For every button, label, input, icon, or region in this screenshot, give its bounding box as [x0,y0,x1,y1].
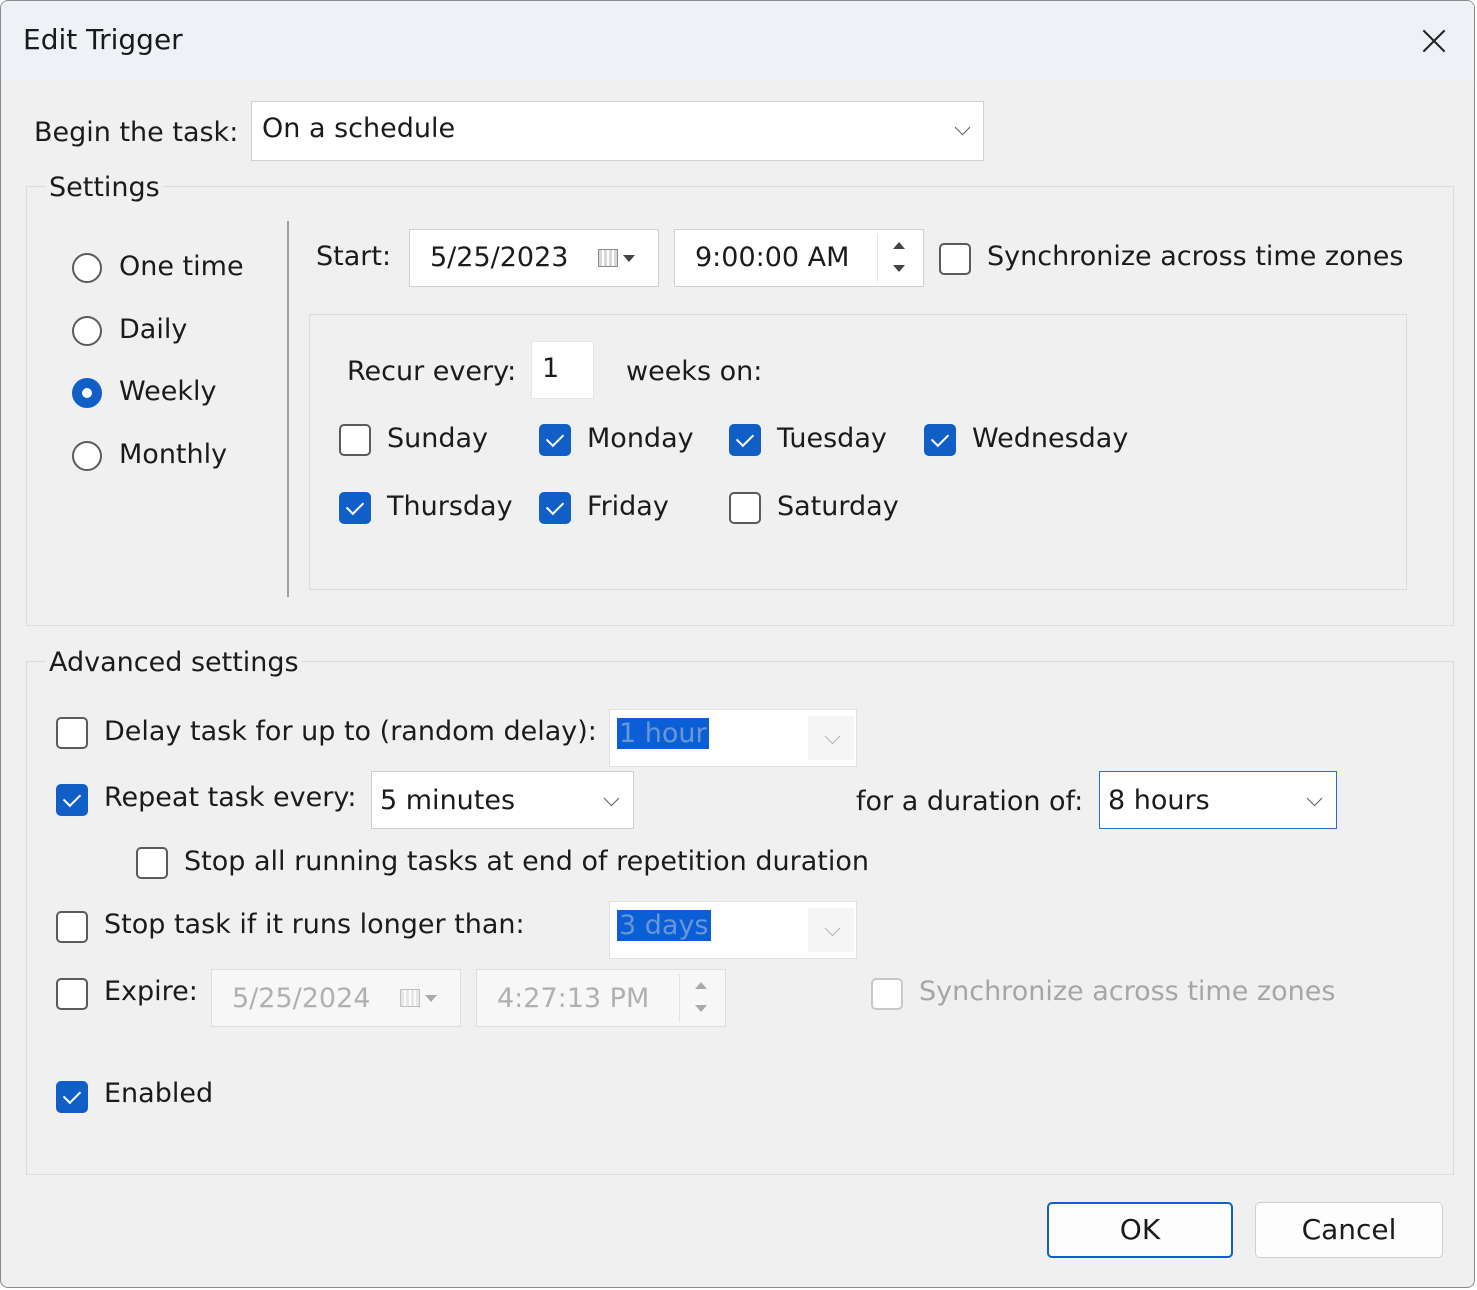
spin-buttons [679,974,724,1022]
repeat-interval-dropdown[interactable]: 5 minutes [371,771,634,829]
day-friday-checkbox[interactable] [539,492,571,524]
start-time-spinner[interactable]: 9:00:00 AM [674,229,924,287]
settings-group-title: Settings [46,172,163,203]
close-icon[interactable] [1411,19,1457,63]
settings-divider [287,221,289,597]
expire-label[interactable]: Expire: [104,976,198,1007]
delay-dropdown[interactable]: 1 hour [609,709,857,767]
begin-task-dropdown[interactable]: On a schedule [251,101,984,161]
chevron-down-icon [1306,790,1323,807]
chevron-down-icon [603,790,620,807]
day-sunday-checkbox[interactable] [339,424,371,456]
delay-value: 1 hour [617,718,709,749]
expire-date-value: 5/25/2024 [232,983,371,1014]
spin-up-icon[interactable] [695,982,707,989]
radio-daily[interactable] [72,316,102,346]
duration-label: for a duration of: [856,786,1084,817]
ok-button[interactable]: OK [1047,1202,1233,1258]
start-time-value: 9:00:00 AM [695,242,850,273]
stop-longer-label[interactable]: Stop task if it runs longer than: [104,909,525,940]
duration-value: 8 hours [1108,785,1210,816]
expire-date-picker[interactable]: 5/25/2024 [211,969,461,1027]
dialog-title: Edit Trigger [23,23,183,56]
sync-timezones-checkbox[interactable] [939,243,971,275]
day-sunday-label[interactable]: Sunday [387,423,488,454]
day-friday-label[interactable]: Friday [587,491,669,522]
sync-timezones-label[interactable]: Synchronize across time zones [987,241,1403,272]
expire-sync-label[interactable]: Synchronize across time zones [919,976,1335,1007]
day-thursday-checkbox[interactable] [339,492,371,524]
calendar-icon [598,249,618,267]
enabled-checkbox[interactable] [56,1081,88,1113]
stop-longer-dropdown[interactable]: 3 days [609,901,857,959]
start-date-value: 5/25/2023 [430,242,569,273]
delay-task-label[interactable]: Delay task for up to (random delay): [104,716,597,747]
advanced-settings-title: Advanced settings [46,647,302,678]
day-tuesday-label[interactable]: Tuesday [777,423,887,454]
day-monday-label[interactable]: Monday [587,423,694,454]
title-bar: Edit Trigger [1,1,1474,81]
expire-time-value: 4:27:13 PM [497,983,650,1014]
cancel-button[interactable]: Cancel [1255,1202,1443,1258]
expire-time-spinner[interactable]: 4:27:13 PM [476,969,726,1027]
radio-monthly-label[interactable]: Monthly [119,439,227,470]
dropdown-arrow-icon [425,995,437,1002]
radio-one-time-label[interactable]: One time [119,251,244,282]
day-wednesday-checkbox[interactable] [924,424,956,456]
expire-checkbox[interactable] [56,978,88,1010]
day-wednesday-label[interactable]: Wednesday [972,423,1128,454]
stop-running-label[interactable]: Stop all running tasks at end of repetit… [184,846,869,877]
repeat-task-label[interactable]: Repeat task every: [104,782,356,813]
day-monday-checkbox[interactable] [539,424,571,456]
day-tuesday-checkbox[interactable] [729,424,761,456]
stop-longer-checkbox[interactable] [56,911,88,943]
spin-down-icon[interactable] [695,1005,707,1012]
day-thursday-label[interactable]: Thursday [387,491,513,522]
repeat-task-checkbox[interactable] [56,784,88,816]
start-date-picker[interactable]: 5/25/2023 [409,229,659,287]
expire-sync-checkbox[interactable] [871,978,903,1010]
spin-buttons [877,234,922,282]
radio-monthly[interactable] [72,441,102,471]
spin-up-icon[interactable] [893,242,905,249]
day-saturday-label[interactable]: Saturday [777,491,899,522]
radio-daily-label[interactable]: Daily [119,314,187,345]
stop-longer-value: 3 days [617,910,711,941]
recur-every-label: Recur every: [347,356,517,387]
spin-down-icon[interactable] [893,265,905,272]
calendar-icon [400,989,420,1007]
edit-trigger-dialog: Edit Trigger Begin the task: On a schedu… [0,0,1475,1288]
weeks-on-label: weeks on: [626,356,763,387]
repeat-interval-value: 5 minutes [380,785,516,816]
chevron-down-icon [954,119,971,136]
start-label: Start: [316,241,392,272]
day-saturday-checkbox[interactable] [729,492,761,524]
begin-task-value: On a schedule [262,113,456,144]
dropdown-arrow-icon [623,255,635,262]
recur-every-input[interactable]: 1 [531,341,594,399]
radio-weekly[interactable] [72,378,102,408]
radio-one-time[interactable] [72,253,102,283]
radio-weekly-label[interactable]: Weekly [119,376,216,407]
begin-task-label: Begin the task: [34,117,239,148]
duration-dropdown[interactable]: 8 hours [1099,771,1337,829]
recur-every-value: 1 [542,353,560,384]
stop-running-checkbox[interactable] [136,847,168,879]
enabled-label[interactable]: Enabled [104,1078,213,1109]
delay-task-checkbox[interactable] [56,717,88,749]
